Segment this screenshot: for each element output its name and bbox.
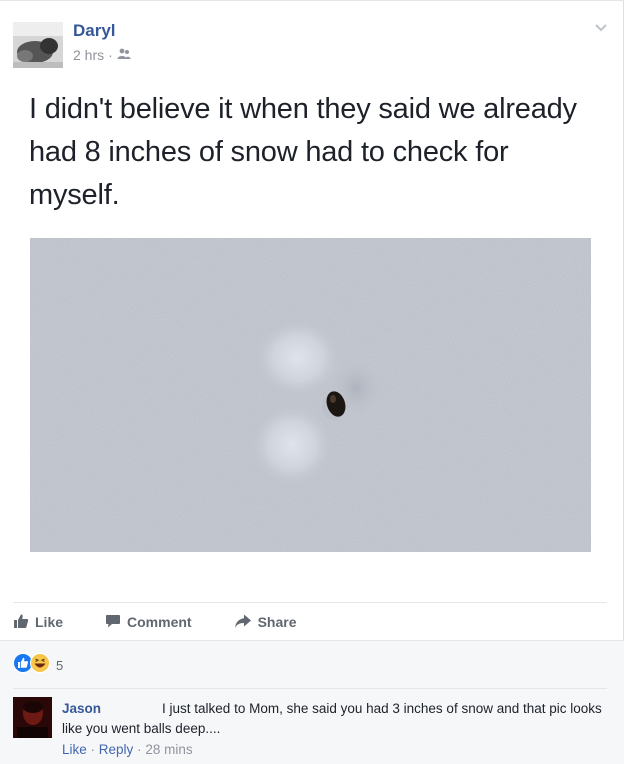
comment-icon	[105, 613, 121, 632]
post-time[interactable]: 2 hrs	[73, 47, 104, 63]
commenter-avatar[interactable]	[13, 697, 52, 738]
share-arrow-icon	[234, 613, 252, 632]
comment-time[interactable]: 28 mins	[145, 742, 192, 757]
comment-body: Jason I just talked to Mom, she said you …	[62, 699, 602, 739]
post-meta: 2 hrs ·	[73, 47, 131, 63]
meta-separator: ·	[108, 47, 113, 63]
comment-meta: Like · Reply · 28 mins	[62, 742, 193, 757]
reactions-summary[interactable]: 5	[13, 653, 63, 678]
action-bar: Like Comment Share	[13, 612, 339, 632]
author-avatar[interactable]	[13, 22, 63, 68]
like-button[interactable]: Like	[13, 613, 63, 632]
commenter-name[interactable]: Jason	[62, 701, 101, 716]
like-label: Like	[35, 614, 64, 630]
comment-like-link[interactable]: Like	[62, 742, 87, 757]
comment-meta-separator: ·	[137, 742, 142, 757]
comment-text: I just talked to Mom, she said you had 3…	[62, 701, 602, 736]
post-card: Daryl 2 hrs · I didn't believe it when t…	[0, 0, 624, 764]
chevron-down-icon[interactable]	[592, 18, 610, 36]
top-border	[0, 0, 624, 1]
comment-reply-link[interactable]: Reply	[99, 742, 134, 757]
thumbs-up-icon	[13, 613, 29, 632]
comment-label: Comment	[127, 614, 192, 630]
share-button[interactable]: Share	[234, 613, 297, 632]
section-border	[0, 640, 624, 641]
comments-divider	[13, 688, 607, 689]
friends-icon[interactable]	[117, 47, 131, 63]
share-label: Share	[257, 614, 297, 630]
reaction-count: 5	[56, 658, 64, 673]
comment-button[interactable]: Comment	[105, 613, 192, 632]
actions-divider	[13, 602, 607, 603]
comment-meta-separator: ·	[90, 742, 96, 757]
post-text: I didn't believe it when they said we al…	[29, 93, 577, 211]
post-photo[interactable]	[30, 238, 591, 552]
haha-reaction-icon	[30, 653, 50, 678]
author-name[interactable]: Daryl	[73, 21, 116, 41]
